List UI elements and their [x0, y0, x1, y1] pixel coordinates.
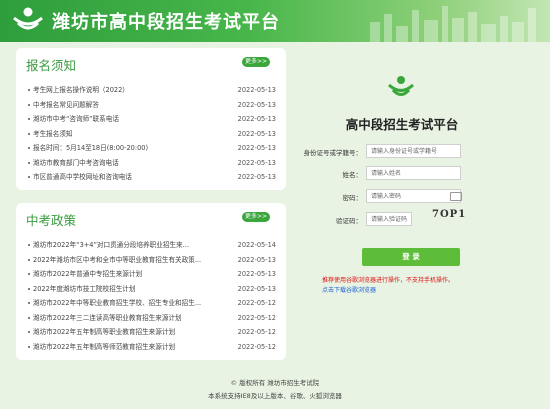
policy-list: 潍坊市2022年“3+4”对口贯通分段培养职业招生来... 2022-05-14 2…	[28, 238, 278, 354]
list-item[interactable]: 考生网上报名操作说明（2022） 2022-05-13	[28, 83, 278, 98]
footer-support: 本系统支持IE8及以上版本、谷歌、火狐浏览器	[208, 392, 342, 400]
login-panel: 高中段招生考试平台 身份证号或学籍号： 请输入身份证号或学籍号 姓名： 请输入姓…	[302, 62, 502, 307]
list-item-date: 2022-05-13	[237, 270, 276, 278]
list-item-title[interactable]: 潍坊市2022年五年制高等师范教育招生来源计划	[33, 340, 175, 355]
policy-title: 中考政策	[26, 213, 77, 228]
list-item-title[interactable]: 潍坊市2022年普通中专招生来源计划	[33, 267, 142, 282]
list-item[interactable]: 市区普通高中学校网址和咨询电话 2022-05-13	[28, 170, 278, 185]
list-item-title[interactable]: 2022年度潍坊市技工院校招生计划	[33, 282, 136, 297]
list-item-date: 2022-05-12	[237, 313, 276, 322]
list-item-date: 2022-05-13	[237, 144, 276, 152]
list-item-date: 2022-05-13	[237, 129, 276, 138]
list-item-date: 2022-05-13	[237, 158, 276, 167]
list-item-date: 2022-05-14	[237, 241, 276, 249]
list-item-date: 2022-05-13	[237, 115, 276, 123]
list-item[interactable]: 潍坊市2022年五年制高等师范教育招生来源计划 2022-05-12	[28, 340, 278, 355]
notice-title: 报名须知	[26, 58, 77, 73]
login-logo-icon	[387, 76, 415, 96]
list-item-date: 2022-05-13	[237, 255, 276, 264]
notice-list: 考生网上报名操作说明（2022） 2022-05-13 中考报名常见问题解答 2022…	[28, 83, 278, 185]
list-item[interactable]: 潍坊市教育部门中考咨询电话 2022-05-13	[28, 156, 278, 171]
id-label: 身份证号或学籍号：	[303, 149, 363, 157]
list-item[interactable]: 潍坊市2022年普通中专招生来源计划 2022-05-13	[28, 267, 278, 282]
header-banner: 潍坊市高中段招生考试平台	[0, 0, 550, 42]
captcha-image[interactable]: 7OP1	[432, 209, 468, 223]
name-label: 姓名：	[342, 171, 363, 179]
list-item-date: 2022-05-12	[237, 342, 276, 351]
name-input[interactable]: 请输入姓名	[366, 166, 461, 180]
skyline-decoration	[370, 6, 536, 42]
list-item-title[interactable]: 潍坊市2022年三二连读高等职业教育招生来源计划	[33, 311, 182, 326]
list-item-date: 2022-05-13	[237, 86, 276, 94]
list-item-title[interactable]: 考生报名须知	[33, 127, 73, 142]
login-title: 高中段招生考试平台	[345, 117, 459, 132]
list-item[interactable]: 潍坊市2022年“3+4”对口贯通分段培养职业招生来... 2022-05-14	[28, 238, 278, 253]
list-item-date: 2022-05-13	[237, 284, 276, 293]
password-input[interactable]: 请输入密码	[366, 189, 461, 203]
list-item-title[interactable]: 报名时间：5月14至18日(8:00-20:00)	[33, 141, 148, 156]
list-item-title[interactable]: 潍坊市2022年五年制高等职业教育招生来源计划	[33, 325, 175, 340]
list-item-title[interactable]: 潍坊市中考“咨询师”联系电话	[33, 112, 119, 127]
list-item-date: 2022-05-12	[237, 328, 276, 336]
footer-copyright: © 版权所有 潍坊市招生考试院	[230, 379, 320, 387]
list-item-title[interactable]: 潍坊市2022年“3+4”对口贯通分段培养职业招生来...	[33, 238, 189, 253]
site-title: 潍坊市高中段招生考试平台	[52, 12, 280, 33]
captcha-label: 验证码：	[336, 217, 362, 225]
password-label: 密码：	[342, 194, 363, 202]
list-item[interactable]: 潍坊市2022年五年制高等职业教育招生来源计划 2022-05-12	[28, 325, 278, 340]
id-input[interactable]: 请输入身份证号或学籍号	[366, 144, 461, 158]
list-item[interactable]: 潍坊市2022年中等职业教育招生学校、招生专业和招生... 2022-05-12	[28, 296, 278, 311]
list-item-title[interactable]: 2022年潍坊市区中考和全市中等职业教育招生有关政策...	[33, 253, 201, 268]
list-item[interactable]: 潍坊市中考“咨询师”联系电话 2022-05-13	[28, 112, 278, 127]
policy-more-button[interactable]: 更多>>	[242, 212, 270, 222]
list-item-title[interactable]: 考生网上报名操作说明（2022）	[33, 83, 129, 98]
list-item[interactable]: 报名时间：5月14至18日(8:00-20:00) 2022-05-13	[28, 141, 278, 156]
login-button[interactable]: 登 录	[362, 248, 460, 266]
browser-tip: 推荐使用谷歌浏览器进行操作，不支持手机操作。	[322, 277, 455, 284]
list-item[interactable]: 2022年潍坊市区中考和全市中等职业教育招生有关政策... 2022-05-13	[28, 253, 278, 268]
list-item-date: 2022-05-12	[237, 299, 276, 307]
list-item-title[interactable]: 潍坊市教育部门中考咨询电话	[33, 156, 119, 171]
notice-more-button[interactable]: 更多>>	[242, 57, 270, 67]
list-item[interactable]: 潍坊市2022年三二连读高等职业教育招生来源计划 2022-05-12	[28, 311, 278, 326]
download-chrome-link[interactable]: 点击下载谷歌浏览器	[322, 285, 376, 294]
logo-icon	[13, 7, 43, 30]
list-item[interactable]: 2022年度潍坊市技工院校招生计划 2022-05-13	[28, 282, 278, 297]
list-item[interactable]: 中考报名常见问题解答 2022-05-13	[28, 98, 278, 113]
keyboard-icon[interactable]	[450, 192, 462, 201]
list-item-date: 2022-05-13	[237, 173, 276, 181]
list-item-date: 2022-05-13	[237, 100, 276, 109]
captcha-input[interactable]: 请输入验证码	[366, 212, 412, 226]
list-item[interactable]: 考生报名须知 2022-05-13	[28, 127, 278, 142]
list-item-title[interactable]: 中考报名常见问题解答	[33, 98, 99, 113]
list-item-title[interactable]: 潍坊市2022年中等职业教育招生学校、招生专业和招生...	[33, 296, 201, 311]
list-item-title[interactable]: 市区普通高中学校网址和咨询电话	[33, 170, 132, 185]
